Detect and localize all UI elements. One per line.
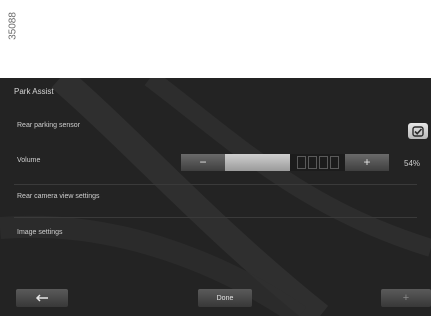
volume-slider-fill [225, 154, 290, 171]
figure-id: 35088 [2, 6, 24, 46]
row-divider [14, 217, 417, 218]
add-button[interactable]: + [381, 289, 431, 307]
image-settings-item[interactable]: Image settings [17, 229, 63, 236]
volume-segment [297, 156, 306, 169]
row-divider [14, 184, 417, 185]
rear-camera-view-settings-item[interactable]: Rear camera view settings [17, 193, 99, 200]
screen-title: Park Assist [14, 87, 54, 96]
park-assist-screen: Park Assist Rear parking sensor Volume −… [0, 78, 431, 316]
volume-segment [319, 156, 328, 169]
done-button[interactable]: Done [198, 289, 252, 307]
rear-parking-sensor-checkbox[interactable] [408, 123, 428, 139]
checkmark-icon [412, 125, 424, 137]
volume-label: Volume [17, 157, 41, 164]
volume-segment [330, 156, 339, 169]
volume-segment [308, 156, 317, 169]
volume-value: 54% [404, 159, 421, 168]
figure-id-label: 35088 [7, 12, 19, 40]
rear-parking-sensor-label: Rear parking sensor [17, 122, 81, 129]
volume-decrease-button[interactable]: − [181, 154, 225, 171]
back-button[interactable] [16, 289, 68, 307]
arrow-left-icon [35, 294, 48, 302]
volume-increase-button[interactable]: + [345, 154, 389, 171]
volume-slider[interactable] [225, 154, 345, 171]
